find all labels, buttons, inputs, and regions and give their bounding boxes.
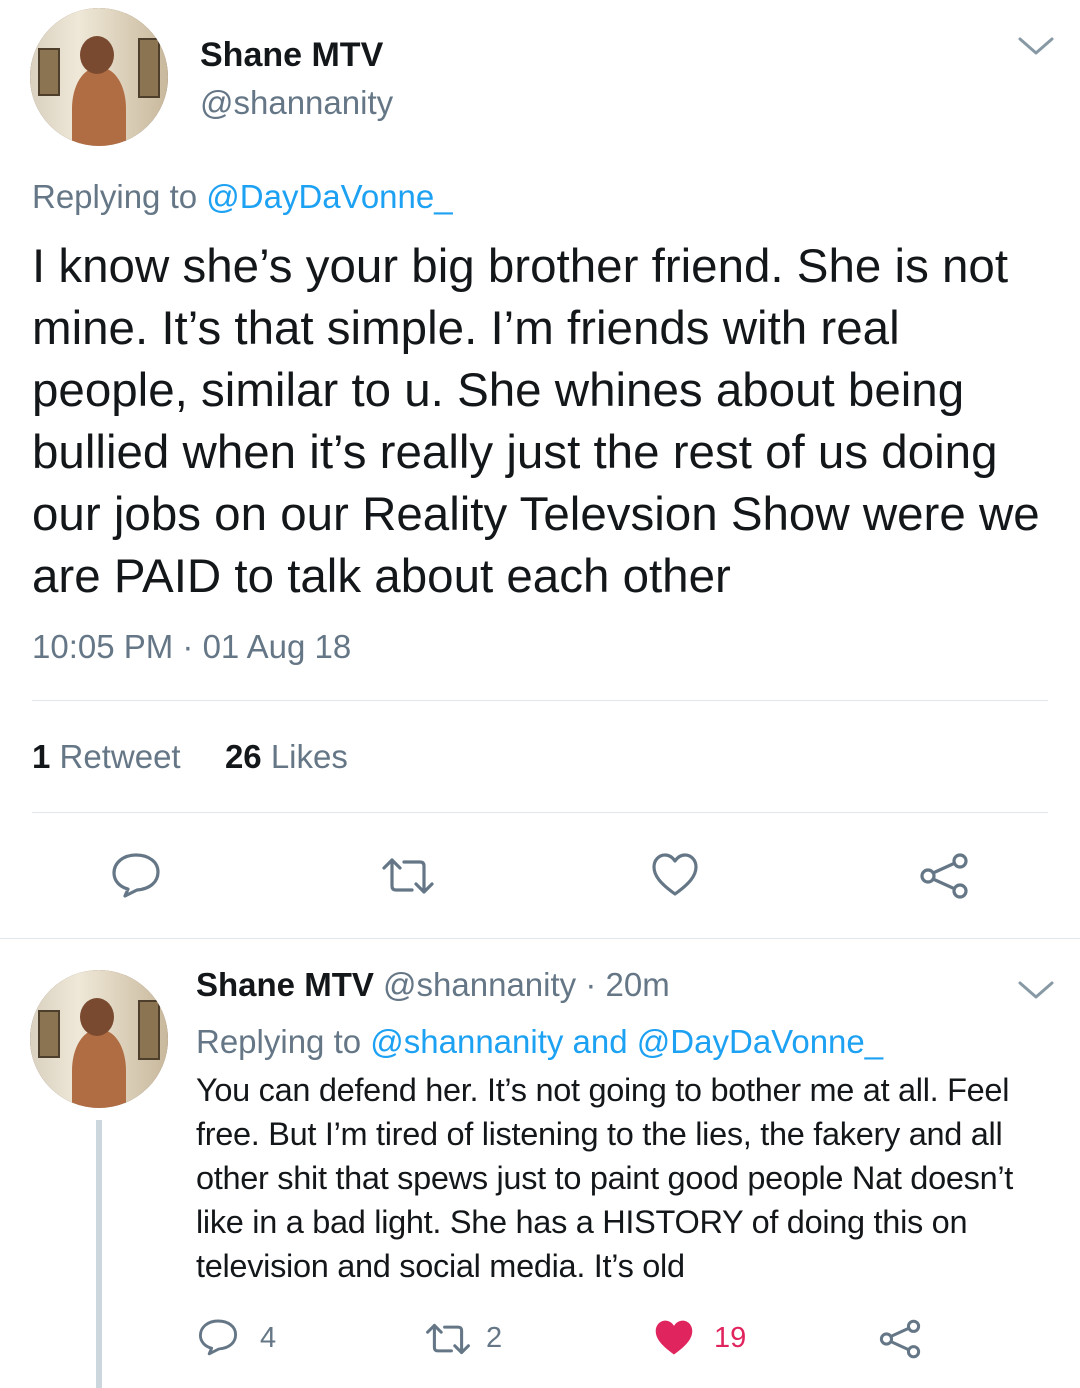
- share-icon[interactable]: [878, 1318, 922, 1360]
- replying-to: Replying to @shannanity and @DayDaVonne_: [196, 1023, 884, 1060]
- chevron-down-icon[interactable]: [1016, 34, 1056, 58]
- divider: [32, 812, 1048, 813]
- reply-icon[interactable]: [111, 852, 161, 898]
- section-divider: [0, 938, 1080, 939]
- engagement-stats: 1 Retweet 26 Likes: [32, 738, 348, 776]
- retweet-count: 2: [486, 1322, 503, 1354]
- display-name[interactable]: Shane MTV: [196, 966, 374, 1003]
- replying-to: Replying to @DayDaVonne_: [32, 178, 453, 215]
- retweet-icon[interactable]: [380, 856, 436, 896]
- timestamp[interactable]: 10:05 PM · 01 Aug 18: [32, 628, 351, 666]
- user-handle[interactable]: @shannanity: [200, 84, 393, 122]
- likes-stat[interactable]: 26 Likes: [225, 738, 348, 775]
- reply-icon[interactable]: [198, 1318, 238, 1356]
- mention-link[interactable]: @DayDaVonne_: [637, 1023, 883, 1060]
- reply-header: Shane MTV @shannanity · 20m: [196, 966, 670, 1004]
- display-name[interactable]: Shane MTV: [200, 36, 383, 75]
- share-icon[interactable]: [918, 852, 970, 900]
- avatar[interactable]: [30, 970, 168, 1108]
- like-icon[interactable]: [651, 852, 699, 898]
- chevron-down-icon[interactable]: [1016, 978, 1056, 1002]
- divider: [32, 700, 1048, 701]
- avatar[interactable]: [30, 8, 168, 146]
- mention-link[interactable]: @shannanity: [370, 1023, 563, 1060]
- thread-line: [96, 1120, 102, 1388]
- retweet-stat[interactable]: 1 Retweet: [32, 738, 181, 775]
- mention-link[interactable]: @DayDaVonne_: [206, 178, 452, 215]
- relative-time[interactable]: · 20m: [585, 966, 669, 1003]
- tweet-text: You can defend her. It’s not going to bo…: [196, 1072, 1014, 1284]
- tweet-text: I know she’s your big brother friend. Sh…: [32, 240, 1040, 603]
- retweet-icon[interactable]: [424, 1322, 472, 1356]
- reply-count: 4: [260, 1322, 277, 1354]
- like-count: 19: [714, 1322, 747, 1354]
- user-handle[interactable]: @shannanity: [383, 966, 576, 1003]
- like-icon[interactable]: [652, 1318, 696, 1358]
